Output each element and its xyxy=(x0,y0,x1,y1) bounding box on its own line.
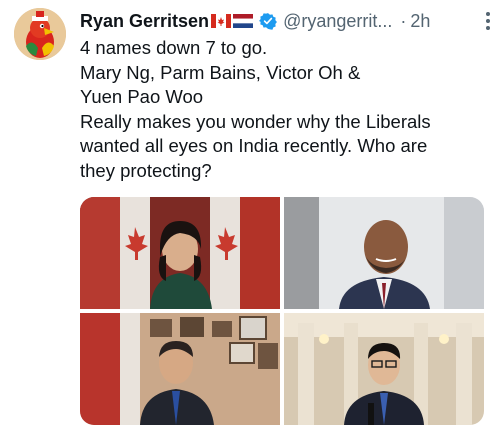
tweet-text-line: Yuen Pao Woo xyxy=(80,86,204,107)
photo-man-glasses-hall[interactable] xyxy=(284,313,484,425)
media-grid xyxy=(80,197,484,425)
photo-icon xyxy=(284,313,484,425)
flag-netherlands-icon xyxy=(233,14,254,28)
tweet-text-line: Mary Ng, Parm Bains, Victor Oh & xyxy=(80,61,361,83)
photo-icon xyxy=(80,197,280,309)
photo-older-man-office[interactable] xyxy=(80,313,280,425)
more-options-icon[interactable] xyxy=(486,12,490,30)
separator-dot: · xyxy=(400,10,407,31)
tweet-text-line: they protecting? xyxy=(80,159,212,181)
avatar-parrot-icon xyxy=(14,8,66,60)
tweet-header: Ryan Gerritsen @ryangerrit... · 2h xyxy=(80,8,430,34)
author-name[interactable]: Ryan Gerritsen xyxy=(80,11,209,32)
photo-bald-man-suit[interactable] xyxy=(284,197,484,309)
photo-icon xyxy=(284,197,484,309)
author-flags xyxy=(211,14,254,28)
verified-badge-icon xyxy=(259,13,277,30)
avatar[interactable] xyxy=(14,8,66,60)
author-handle[interactable]: @ryangerrit... xyxy=(283,11,392,32)
photo-icon xyxy=(80,313,280,425)
timestamp[interactable]: 2h xyxy=(410,11,430,32)
tweet-text-line: Really makes you wonder why the Liberals xyxy=(80,110,431,132)
flag-canada-icon xyxy=(211,14,232,28)
tweet-text-line: wanted all eyes on India recently. Who a… xyxy=(80,135,428,156)
photo-woman-with-flags[interactable] xyxy=(80,197,280,309)
tweet-text: 4 names down 7 to go. Mary Ng, Parm Bain… xyxy=(80,36,490,183)
tweet-text-line: 4 names down 7 to go. xyxy=(80,37,268,58)
